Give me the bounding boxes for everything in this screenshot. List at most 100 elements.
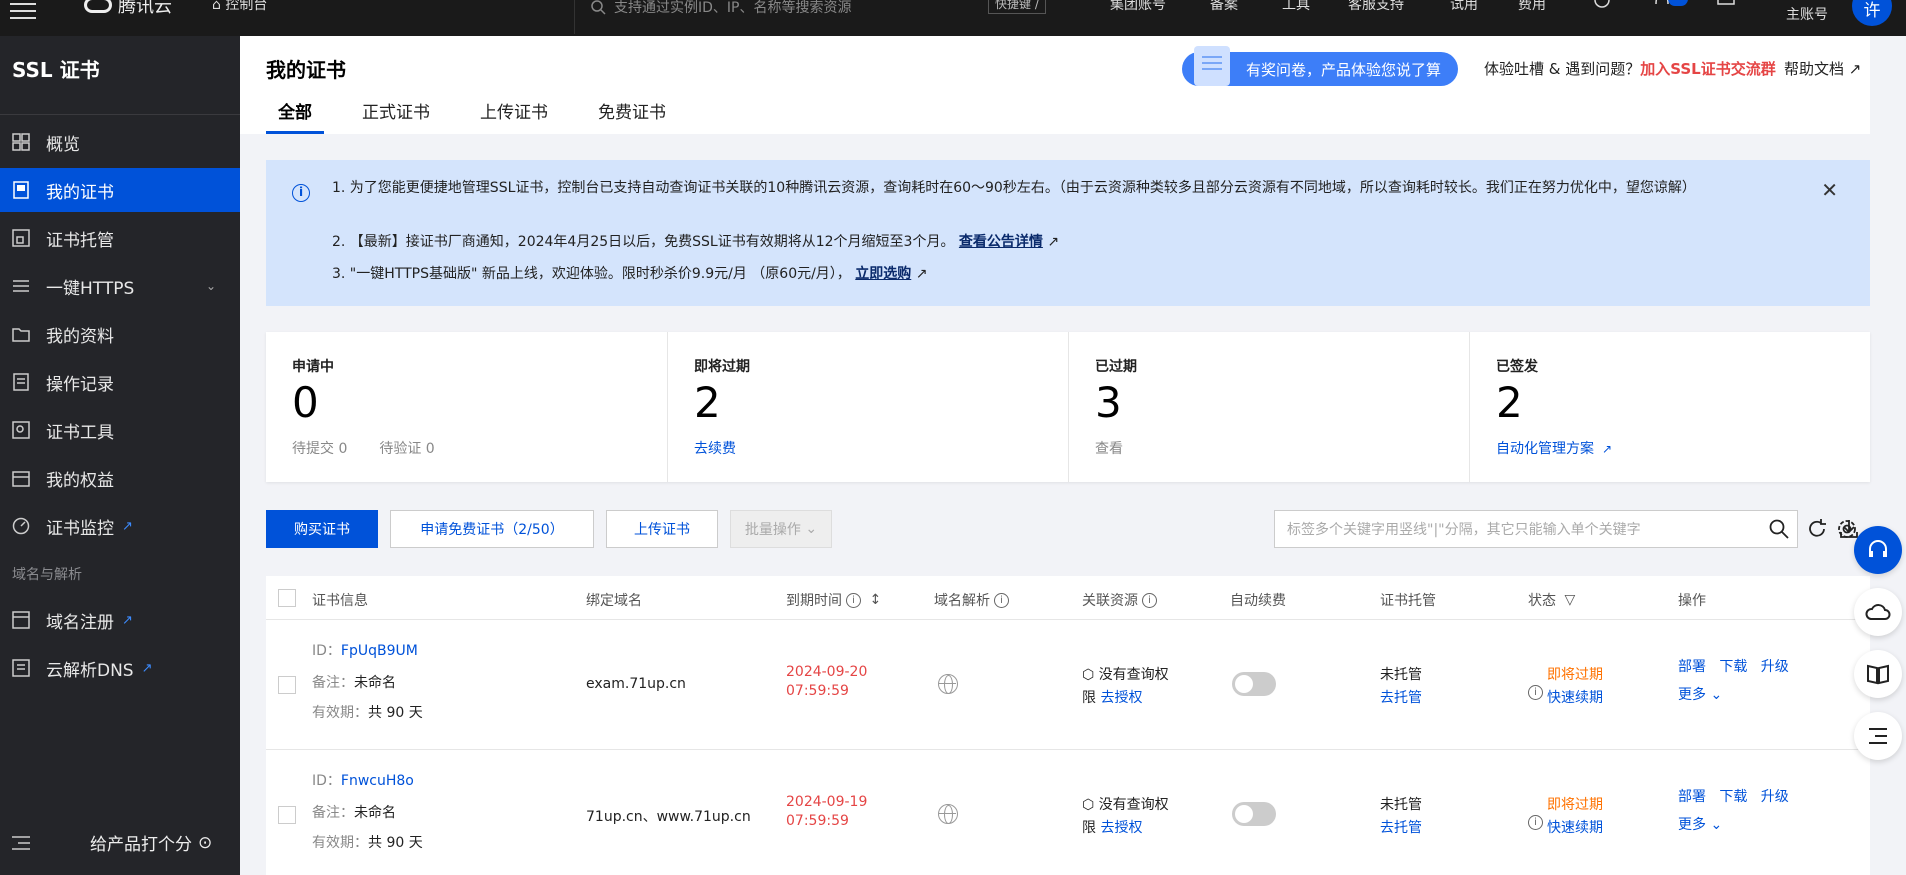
- close-icon[interactable]: ✕: [1821, 178, 1838, 202]
- upload-certificate-button[interactable]: 上传证书: [606, 510, 718, 548]
- account-label[interactable]: 主账号: [1786, 4, 1828, 24]
- tab-free-certs[interactable]: 免费证书: [586, 98, 678, 134]
- go-hosting-link[interactable]: 去托管: [1380, 687, 1422, 707]
- globe-icon: [938, 804, 958, 824]
- buy-certificate-button[interactable]: 购买证书: [266, 510, 378, 548]
- help-icon[interactable]: i: [994, 592, 1009, 608]
- more-actions-dropdown[interactable]: 更多 ⌄: [1678, 684, 1789, 704]
- apply-free-certificate-button[interactable]: 申请免费证书（2/50）: [390, 510, 594, 548]
- nav-trial[interactable]: 试用: [1450, 0, 1478, 14]
- tools-icon: [12, 421, 30, 439]
- collapse-sidebar-icon[interactable]: [12, 836, 30, 850]
- nav-support[interactable]: 客服支持: [1348, 0, 1404, 14]
- survey-banner-button[interactable]: 有奖问卷，产品体验您说了算: [1182, 46, 1458, 86]
- global-search-input[interactable]: 支持通过实例ID、IP、名称等搜索资源: [590, 0, 1050, 20]
- deploy-link[interactable]: 部署: [1678, 659, 1706, 675]
- sort-icon[interactable]: ↕: [865, 592, 881, 608]
- sidebar-item-my-materials[interactable]: 我的资料: [0, 312, 240, 356]
- cloud-assistant-button[interactable]: [1854, 588, 1902, 636]
- renew-link[interactable]: 去续费: [694, 438, 1042, 458]
- filter-icon[interactable]: ▽: [1560, 592, 1575, 608]
- pending-verify-count: 待验证 0: [379, 441, 435, 457]
- col-status[interactable]: 状态 ▽: [1528, 590, 1575, 610]
- upgrade-link[interactable]: 升级: [1761, 789, 1789, 805]
- join-group-link[interactable]: 加入SSL证书交流群: [1640, 60, 1776, 78]
- settings-gear-icon[interactable]: [1836, 518, 1858, 540]
- certificate-tabs: 全部 正式证书 上传证书 免费证书: [266, 98, 704, 134]
- sidebar-item-cert-monitor[interactable]: 证书监控 ↗: [0, 504, 240, 548]
- sidebar: SSL 证书 概览 我的证书 证书托管 一键HTTPS ⌄ 我的资料 操作记录 …: [0, 36, 240, 875]
- message-icon[interactable]: [1716, 0, 1736, 14]
- authorize-link[interactable]: 去授权: [1100, 820, 1142, 836]
- sidebar-item-my-benefits[interactable]: 我的权益: [0, 456, 240, 500]
- tencent-cloud-logo[interactable]: 腾讯云: [84, 0, 172, 18]
- row-checkbox[interactable]: [278, 676, 296, 694]
- col-expire-time[interactable]: 到期时间 i ↕: [786, 590, 881, 610]
- list-menu-button[interactable]: [1854, 712, 1902, 760]
- questionnaire-icon: [1194, 46, 1230, 86]
- sidebar-item-overview[interactable]: 概览: [0, 120, 240, 164]
- sidebar-item-cloud-dns[interactable]: 云解析DNS ↗: [0, 646, 240, 690]
- user-avatar[interactable]: 许: [1852, 0, 1892, 26]
- status-info-icon[interactable]: i: [1528, 685, 1543, 700]
- tab-formal-certs[interactable]: 正式证书: [350, 98, 442, 134]
- more-actions-dropdown[interactable]: 更多 ⌄: [1678, 814, 1789, 834]
- tab-all[interactable]: 全部: [266, 98, 324, 134]
- download-link[interactable]: 下载: [1719, 789, 1747, 805]
- dns-icon: [12, 659, 30, 677]
- download-link[interactable]: 下载: [1719, 659, 1747, 675]
- certificate-icon: [12, 181, 30, 199]
- main-content: 我的证书 有奖问卷，产品体验您说了算 体验吐槽 & 遇到问题？加入SSL证书交流…: [240, 36, 1870, 875]
- hamburger-menu-icon[interactable]: [10, 0, 36, 20]
- nav-billing[interactable]: 费用: [1518, 0, 1546, 14]
- external-link-icon: ↗: [1848, 60, 1862, 78]
- nav-group-account[interactable]: 集团账号: [1110, 0, 1166, 14]
- sidebar-item-my-certificates[interactable]: 我的证书: [0, 168, 240, 212]
- sidebar-item-cert-tools[interactable]: 证书工具: [0, 408, 240, 452]
- nav-tools[interactable]: 工具: [1282, 0, 1310, 14]
- docs-button[interactable]: [1854, 650, 1902, 698]
- upgrade-link[interactable]: 升级: [1761, 659, 1789, 675]
- help-icon[interactable]: i: [846, 592, 861, 608]
- automation-plan-link[interactable]: 自动化管理方案 ↗: [1496, 438, 1844, 458]
- help-icon[interactable]: i: [1142, 592, 1157, 608]
- search-icon[interactable]: [1769, 519, 1789, 543]
- stat-value: 2: [694, 378, 721, 427]
- tiktok-icon[interactable]: [1592, 0, 1612, 14]
- arrow-right-circle-icon: ⊙: [198, 832, 213, 853]
- view-expired-link[interactable]: 查看: [1095, 438, 1443, 458]
- refresh-icon[interactable]: [1806, 518, 1828, 540]
- chevron-down-icon: ⌄: [800, 521, 818, 537]
- search-icon: [591, 0, 606, 15]
- row-checkbox[interactable]: [278, 806, 296, 824]
- sidebar-item-one-click-https[interactable]: 一键HTTPS ⌄: [0, 264, 240, 308]
- buy-now-link[interactable]: 立即选购: [855, 266, 911, 282]
- deploy-link[interactable]: 部署: [1678, 789, 1706, 805]
- quick-renew-link[interactable]: 快速续期: [1547, 687, 1603, 707]
- quick-renew-link[interactable]: 快速续期: [1547, 817, 1603, 837]
- customer-service-button[interactable]: [1854, 526, 1902, 574]
- sidebar-item-domain-registration[interactable]: 域名注册 ↗: [0, 598, 240, 642]
- auto-renew-toggle[interactable]: [1232, 802, 1276, 826]
- authorize-link[interactable]: 去授权: [1100, 690, 1142, 706]
- resource-icon: ⬡: [1082, 797, 1095, 813]
- nav-filing[interactable]: 备案: [1210, 0, 1238, 14]
- help-doc-link[interactable]: 帮助文档 ↗: [1784, 58, 1861, 79]
- external-link-icon: ↗: [1047, 234, 1060, 250]
- console-link[interactable]: ⌂ 控制台: [212, 0, 267, 14]
- go-hosting-link[interactable]: 去托管: [1380, 817, 1422, 837]
- batch-operation-dropdown[interactable]: 批量操作 ⌄: [730, 510, 832, 548]
- tab-uploaded-certs[interactable]: 上传证书: [468, 98, 560, 134]
- sidebar-item-cert-hosting[interactable]: 证书托管: [0, 216, 240, 260]
- status-info-icon[interactable]: i: [1528, 815, 1543, 830]
- select-all-checkbox[interactable]: [278, 589, 296, 607]
- certificate-id-link[interactable]: FnwcuH8o: [341, 773, 414, 789]
- rate-product-button[interactable]: 给产品打个分 ⊙: [90, 830, 213, 856]
- sidebar-item-operation-log[interactable]: 操作记录: [0, 360, 240, 404]
- certificate-search-input[interactable]: 标签多个关键字用竖线"|"分隔，其它只能输入单个关键字: [1274, 510, 1798, 548]
- auto-renew-toggle[interactable]: [1232, 672, 1276, 696]
- view-announcement-link[interactable]: 查看公告详情: [959, 234, 1043, 250]
- col-auto-renew: 自动续费: [1230, 593, 1286, 609]
- certificate-id-link[interactable]: FpUqB9UM: [341, 643, 418, 659]
- table-row: ID：FnwcuH8o 备注：未命名 有效期：共 90 天 71up.cn、ww…: [266, 750, 1870, 875]
